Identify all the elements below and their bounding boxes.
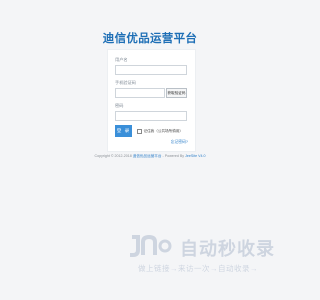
footer-engine-link[interactable]: JeeSite V4.0 [185, 154, 205, 158]
remember-checkbox[interactable] [137, 129, 142, 134]
watermark-brand: 自动秒收录 [180, 239, 275, 260]
footer: Copyright © 2012-2018 迪信优品运营平台 - Powered… [0, 154, 300, 159]
get-sms-code-button[interactable]: 获取验证码 [166, 88, 187, 98]
remember-me[interactable]: 记住我（公共场所慎用） [137, 129, 183, 134]
sms-code-label: 手机验证码 [115, 80, 136, 85]
footer-site-link[interactable]: 迪信优品运营平台 [133, 154, 162, 158]
username-label: 用户名 [115, 57, 128, 62]
remember-label: 记住我（公共场所慎用） [143, 129, 184, 133]
watermark-logo-icon [130, 234, 172, 257]
username-input[interactable] [115, 65, 187, 75]
footer-powered: - Powered By [162, 154, 185, 158]
page-title: 迪信优品运营平台 [102, 31, 198, 45]
sms-code-input[interactable] [115, 88, 165, 98]
login-button[interactable]: 登 录 [115, 125, 132, 137]
footer-copyright: Copyright © 2012-2018 [94, 154, 132, 158]
forgot-password-link[interactable]: 忘记密码? [171, 140, 188, 145]
password-input[interactable] [115, 111, 187, 121]
watermark-slogan: 做上链接→来访一次→自动收录→ [138, 264, 258, 273]
password-label: 密码 [115, 103, 124, 108]
login-card: 用户名 手机验证码 获取验证码 密码 登 录 记住我（公共场所慎用） 忘记密码? [107, 49, 196, 152]
watermark: 自动秒收录 做上链接→来访一次→自动收录→ [128, 231, 280, 277]
